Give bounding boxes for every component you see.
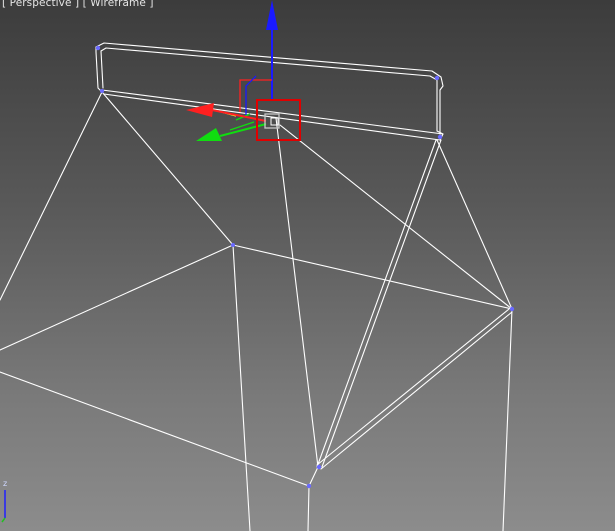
gizmo-z-arrow-icon[interactable] <box>266 0 278 30</box>
lower-center-edge <box>307 466 319 531</box>
handle-outer-edge <box>95 42 444 91</box>
wireframe-scene[interactable] <box>0 0 615 531</box>
vertex-point[interactable] <box>434 75 440 81</box>
move-gizmo[interactable] <box>186 0 301 141</box>
front-diagonal-center <box>279 124 513 310</box>
center-vertical-edge <box>275 117 319 468</box>
handle-left-side <box>95 46 104 93</box>
view-name-menu[interactable]: Perspective <box>10 0 72 9</box>
gizmo-x-arrow-icon[interactable] <box>186 103 214 117</box>
gusset-diagonal-a <box>316 139 442 468</box>
vertex-point[interactable] <box>316 464 322 470</box>
vertex-point[interactable] <box>509 306 515 312</box>
vertex-point[interactable] <box>95 45 101 51</box>
3d-viewport[interactable]: [ Perspective ] [ Wireframe ] z <box>0 0 615 531</box>
handle-right-side <box>436 79 441 135</box>
vertex-point[interactable] <box>231 243 235 247</box>
viewport-label-prefix: [ <box>2 0 10 9</box>
right-gable-edge <box>436 139 513 310</box>
left-front-diagonal <box>101 91 234 246</box>
gusset-diagonal-b <box>316 308 513 470</box>
corner-vertical-edge <box>232 244 251 531</box>
axis-z-label: z <box>3 479 7 488</box>
vertex-point[interactable] <box>306 483 312 489</box>
viewport-label-separator: ] [ <box>71 0 91 9</box>
vertex-point[interactable] <box>100 89 104 93</box>
right-vertical-edge <box>502 308 513 531</box>
axis-tripod-icon: z <box>1 479 7 523</box>
gizmo-y-arrow-icon[interactable] <box>196 128 222 141</box>
lower-left-edge <box>0 371 310 487</box>
viewport-label-suffix: ] <box>145 0 154 9</box>
left-gable-edge <box>0 91 103 301</box>
gizmo-yz-plane[interactable] <box>245 75 257 118</box>
viewport-label[interactable]: [ Perspective ] [ Wireframe ] <box>2 0 154 9</box>
front-crease <box>0 244 234 351</box>
front-top-edge <box>232 244 513 310</box>
handle-inner-edge <box>100 47 438 81</box>
render-mode-menu[interactable]: Wireframe <box>90 0 146 9</box>
vertex-point[interactable] <box>437 134 443 140</box>
